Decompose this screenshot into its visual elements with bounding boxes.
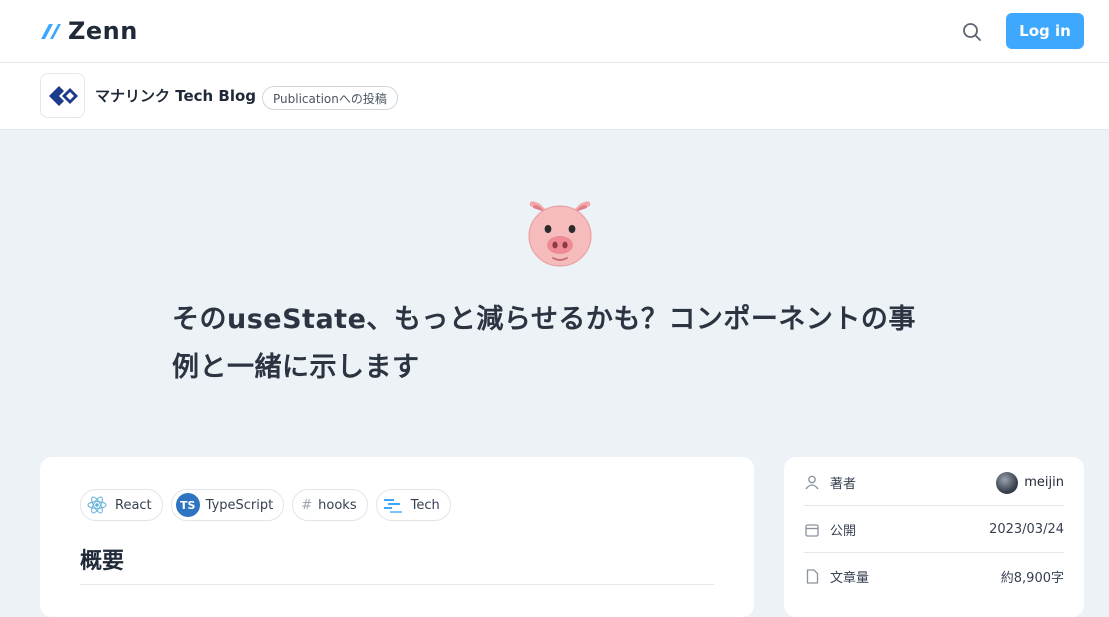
publication-avatar[interactable] xyxy=(40,73,85,118)
article-info-card: 著者 meijin 公開 2023/03/24 文章量 約8,900字 xyxy=(784,457,1084,617)
article-card: React TS TypeScript # hooks Tech 概要 xyxy=(40,457,754,617)
length-value: 約8,900字 xyxy=(1000,570,1064,586)
pig-face-icon xyxy=(528,201,592,267)
publication-bar: マナリンク Tech Blog Publicationへの投稿 xyxy=(0,63,1109,130)
calendar-icon xyxy=(804,522,820,538)
published-label: 公開 xyxy=(830,524,857,539)
author-label: 著者 xyxy=(830,477,857,492)
section-heading: 概要 xyxy=(80,549,125,574)
zenn-logo-icon xyxy=(41,24,61,39)
heading-divider xyxy=(80,584,714,585)
topic-list: React TS TypeScript # hooks Tech xyxy=(80,489,451,521)
topic-react[interactable]: React xyxy=(80,489,163,521)
avatar xyxy=(996,471,1019,494)
hash-icon: # xyxy=(301,497,313,513)
manalink-logo-icon xyxy=(48,85,78,106)
search-button[interactable] xyxy=(958,18,986,46)
react-icon xyxy=(85,493,109,517)
topic-typescript[interactable]: TS TypeScript xyxy=(170,489,285,521)
topic-tech[interactable]: Tech xyxy=(375,489,451,521)
publication-badge: Publicationへの投稿 xyxy=(262,86,398,110)
topic-label: React xyxy=(115,497,152,513)
search-icon xyxy=(963,23,981,41)
author-link[interactable]: meijin xyxy=(996,471,1064,494)
typescript-icon: TS xyxy=(175,493,200,517)
length-label: 文章量 xyxy=(830,570,870,586)
topic-label: hooks xyxy=(318,497,357,513)
user-icon xyxy=(804,475,820,491)
article-title: そのuseState、もっと減らせるかも？コンポーネントの事例と一緒に示します xyxy=(172,304,916,383)
logo-text: Zenn xyxy=(68,17,138,45)
top-navbar: Zenn Log in xyxy=(0,0,1109,63)
length-row: 文章量 約8,900字 xyxy=(804,553,1064,599)
author-row: 著者 meijin xyxy=(804,460,1064,506)
published-date: 2023/03/24 xyxy=(989,522,1064,537)
topic-label: TypeScript xyxy=(205,497,274,513)
topic-hooks[interactable]: # hooks xyxy=(292,489,368,521)
published-row: 公開 2023/03/24 xyxy=(804,507,1064,553)
zenn-logo[interactable]: Zenn xyxy=(40,17,138,45)
topic-label: Tech xyxy=(410,497,440,513)
login-button[interactable]: Log in xyxy=(1006,13,1084,49)
author-name: meijin xyxy=(1024,475,1064,490)
publication-name[interactable]: マナリンク Tech Blog xyxy=(95,85,256,106)
document-icon xyxy=(804,568,820,584)
tech-icon xyxy=(381,493,405,517)
